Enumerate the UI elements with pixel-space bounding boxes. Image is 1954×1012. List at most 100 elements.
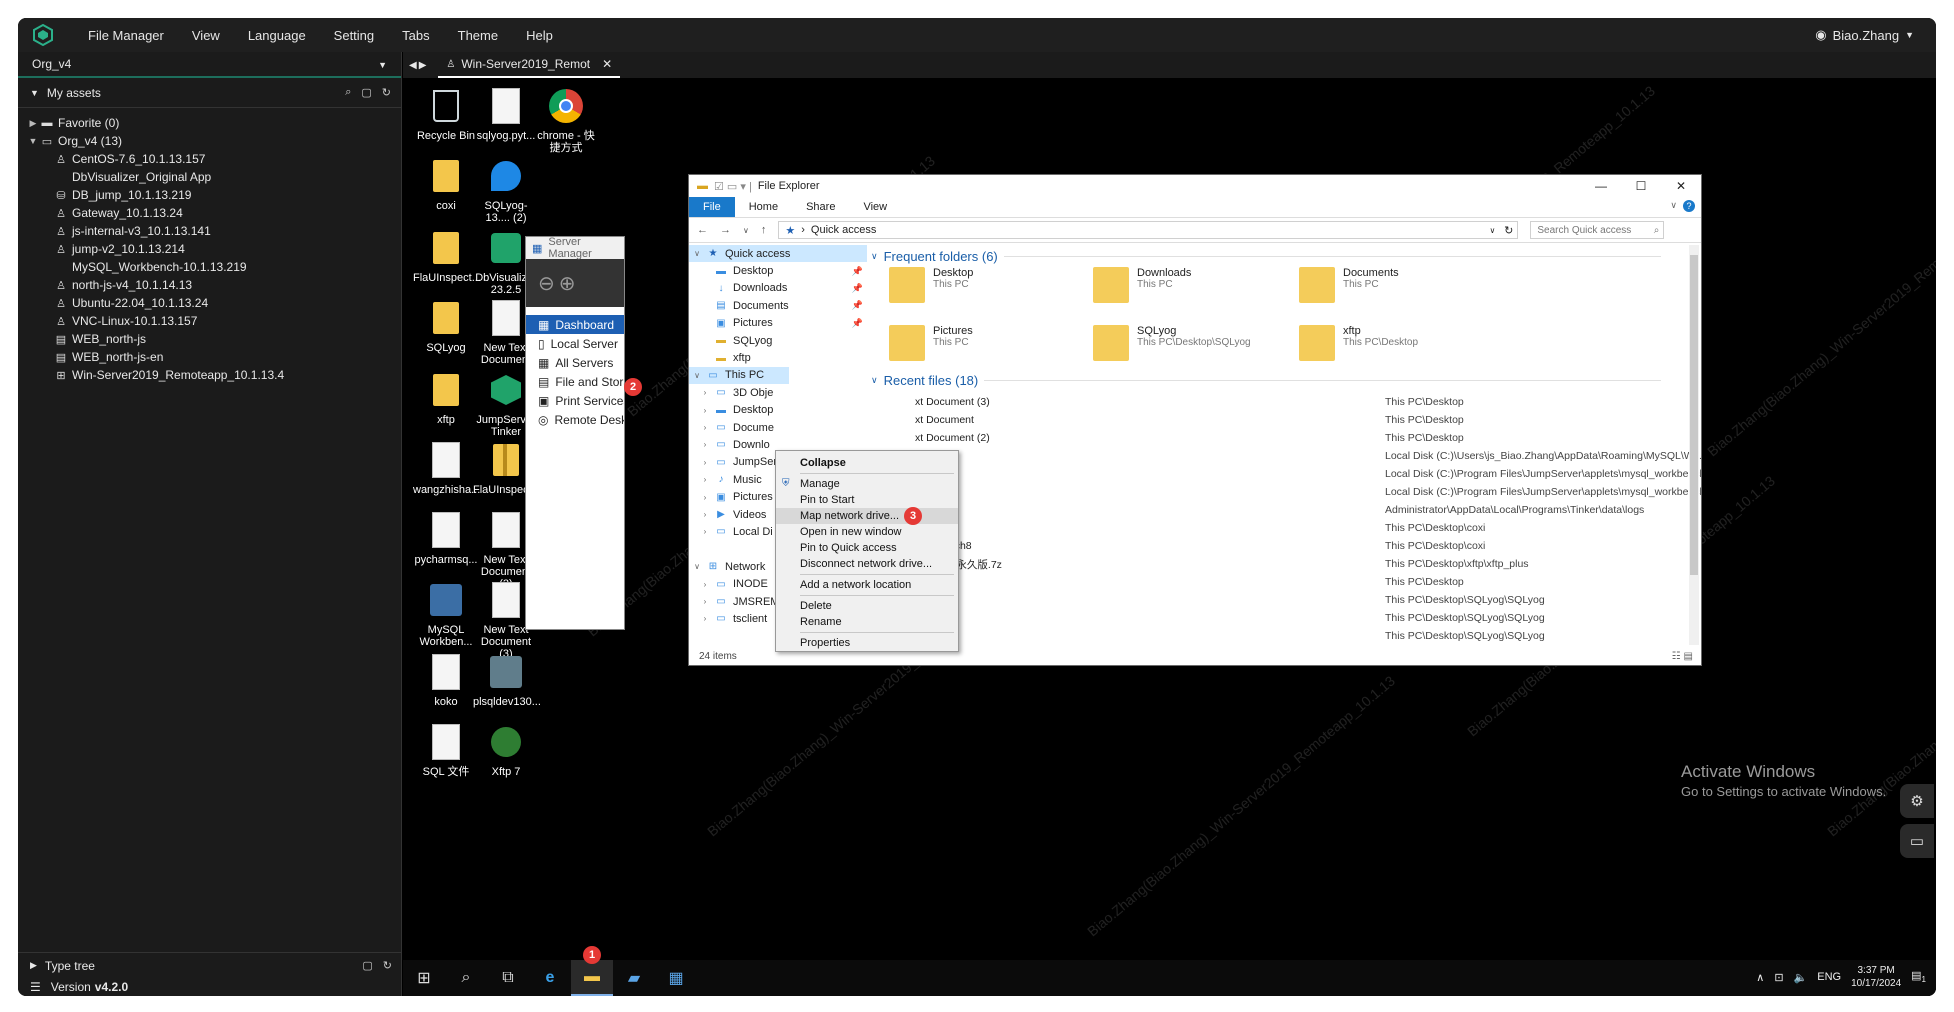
nav-item-docume[interactable]: › ▭ Docume <box>689 419 867 436</box>
forward-icon[interactable]: → <box>720 224 731 236</box>
desktop-icon-sql[interactable]: SQL 文件 <box>413 722 479 778</box>
recent-file-row[interactable]: workbench8This PC\Desktop\coxi <box>871 537 1671 555</box>
expand-arrow-icon[interactable]: › <box>697 475 713 484</box>
menu-language[interactable]: Language <box>248 28 306 43</box>
chevron-up-icon[interactable]: ∧ <box>1756 971 1764 984</box>
menu-help[interactable]: Help <box>526 28 553 43</box>
recent-file-row[interactable]: alizerThis PC\Desktop\coxi <box>871 519 1671 537</box>
org-selector[interactable]: Org_v4 ▼ <box>18 52 401 78</box>
network-icon[interactable]: ⊡ <box>1774 971 1783 984</box>
desktop-icon-sqlyog[interactable]: SQLyog <box>413 298 479 354</box>
sm-menu-file-and-storag[interactable]: ▤ File and Storag <box>526 372 624 391</box>
desktop-icon-recycle-bin[interactable]: Recycle Bin <box>413 86 479 142</box>
chat-icon[interactable]: ▭ <box>1900 824 1934 858</box>
refresh-icon[interactable]: ↻ <box>383 959 392 972</box>
frequent-folders-header[interactable]: ∨ Frequent folders (6) <box>871 247 1671 265</box>
quick-access-toolbar-icon[interactable]: ☑ ▭ ▾ | <box>714 180 752 193</box>
frequent-folder-downloads[interactable]: Downloads This PC <box>1093 267 1191 303</box>
recent-file-row[interactable]: xt Document (3) This PC\Desktop <box>871 393 1671 411</box>
forward-icon[interactable]: ⊕ <box>559 271 576 296</box>
server-manager-window[interactable]: ▦ Server Manager ⊖ ⊕ ▦ Dashboard ▯ Local Se… <box>525 236 625 630</box>
recent-file-row[interactable]: ▤mainThis PC\Desktop\SQLyog\SQLyog <box>871 591 1671 609</box>
menu-theme[interactable]: Theme <box>458 28 498 43</box>
frequent-folder-sqlyog[interactable]: SQLyog This PC\Desktop\SQLyog <box>1093 325 1251 361</box>
ctx-item-delete[interactable]: Delete <box>776 598 958 614</box>
recent-file-row[interactable]: xt Document This PC\Desktop <box>871 411 1671 429</box>
ribbon-tab-share[interactable]: Share <box>792 197 849 217</box>
expand-arrow-icon[interactable]: › <box>697 458 713 467</box>
tree-node-vnc-linux-10-1-13-157[interactable]: ♙ VNC-Linux-10.1.13.157 <box>18 312 401 330</box>
tree-node-web-north-js-en[interactable]: ▤ WEB_north-js-en <box>18 348 401 366</box>
desktop-icon-sqlyog-pyt[interactable]: sqlyog.pyt... <box>473 86 539 142</box>
recent-file-row[interactable]: Plus破解永久版.7zThis PC\Desktop\xftp\xftp_pl… <box>871 555 1671 573</box>
sm-menu-print-services[interactable]: ▣ Print Services <box>526 391 624 410</box>
ctx-item-pin-to-start[interactable]: Pin to Start <box>776 492 958 508</box>
frequent-folder-desktop[interactable]: Desktop This PC <box>889 267 973 303</box>
explorer-titlebar[interactable]: ▬ ☑ ▭ ▾ | File Explorer — ☐ ✕ <box>689 175 1701 197</box>
tree-node-db-jump-10-1-13-219[interactable]: ⛁ DB_jump_10.1.13.219 <box>18 186 401 204</box>
tree-node-favorite-0[interactable]: ▶ ▬ Favorite (0) <box>18 114 401 132</box>
close-icon[interactable]: ✕ <box>602 57 612 71</box>
back-icon[interactable]: ← <box>697 224 708 236</box>
tab-nav-arrows-icon[interactable]: ◀▶ <box>409 60 428 71</box>
maximize-icon[interactable]: ☐ <box>1621 175 1661 197</box>
tree-node-mysql-workbench-10-1-13-219[interactable]: MySQL_Workbench-10.1.13.219 <box>18 258 401 276</box>
desktop-icon-pycharmsq[interactable]: pycharmsq... <box>413 510 479 566</box>
search-box[interactable]: Search Quick access ⌕ <box>1530 221 1665 239</box>
expand-arrow-icon[interactable]: ∨ <box>689 562 705 571</box>
expand-arrow-icon[interactable]: › <box>697 493 713 502</box>
sm-menu-all-servers[interactable]: ▦ All Servers <box>526 353 624 372</box>
nav-item-xftp[interactable]: ▬ xftp <box>689 349 867 366</box>
collapse-icon[interactable]: ▢ <box>362 959 372 972</box>
user-menu[interactable]: ◉ Biao.Zhang ▼ <box>1815 27 1914 43</box>
expand-arrow-icon[interactable]: ∨ <box>689 371 705 380</box>
help-icon[interactable]: ? <box>1683 200 1695 212</box>
ctx-item-add-a-network-location[interactable]: Add a network location <box>776 577 958 593</box>
server-manager-taskbar-icon[interactable]: ▦ <box>655 960 697 996</box>
assets-header[interactable]: ▼ My assets ⌕ ▢ ↻ <box>18 78 401 108</box>
expand-arrow-icon[interactable]: › <box>697 406 713 415</box>
nav-item-documents[interactable]: ▤ Documents 📌 <box>689 297 867 314</box>
frequent-folder-documents[interactable]: Documents This PC <box>1299 267 1399 303</box>
search-icon[interactable]: ⌕ <box>345 86 351 99</box>
sm-menu-dashboard[interactable]: ▦ Dashboard <box>526 315 624 334</box>
expand-arrow-icon[interactable]: › <box>697 614 713 623</box>
expand-arrow-icon[interactable]: › <box>697 510 713 519</box>
tree-node-js-internal-v3-10-1-13-141[interactable]: ♙ js-internal-v3_10.1.13.141 <box>18 222 401 240</box>
file-explorer-taskbar-icon[interactable]: ▬ 1 <box>571 946 613 996</box>
ribbon-tab-file[interactable]: File <box>689 197 735 217</box>
nav-item-sqlyog[interactable]: ▬ SQLyog <box>689 332 867 349</box>
tree-node-jump-v2-10-1-13-214[interactable]: ♙ jump-v2_10.1.13.214 <box>18 240 401 258</box>
recent-file-row[interactable]: Administrator\AppData\Local\Programs\Tin… <box>871 501 1671 519</box>
desktop-icon-plsqldev130[interactable]: plsqldev130... <box>473 652 541 708</box>
menu-view[interactable]: View <box>192 28 220 43</box>
menu-setting[interactable]: Setting <box>334 28 374 43</box>
menu-file-manager[interactable]: File Manager <box>88 28 164 43</box>
ctx-item-disconnect-network-drive[interactable]: Disconnect network drive... <box>776 556 958 572</box>
input-language[interactable]: ENG <box>1817 971 1841 983</box>
chevron-down-icon[interactable]: ∨ <box>1670 200 1677 211</box>
expand-arrow-icon[interactable]: › <box>697 580 713 589</box>
tab-win-server[interactable]: ♙ Win-Server2019_Remot ✕ <box>438 52 621 78</box>
desktop-icon-xftp[interactable]: xftp <box>413 370 479 426</box>
type-tree-header[interactable]: ▶ Type tree ▢ ↻ <box>18 952 402 978</box>
desktop-icon-coxi[interactable]: coxi <box>413 156 479 212</box>
recent-locations-icon[interactable]: ∨ <box>743 226 749 235</box>
ribbon-tab-home[interactable]: Home <box>735 197 792 217</box>
notification-icon[interactable]: ▤1 <box>1911 969 1926 984</box>
expand-arrow-icon[interactable]: ∨ <box>689 249 705 258</box>
remote-app-icon[interactable]: ▰ <box>613 960 655 996</box>
desktop-icon-flauinspect[interactable]: FlaUInspect... <box>413 228 481 284</box>
recent-file-row[interactable]: ▤appThis PC\Desktop\SQLyog\SQLyog <box>871 609 1671 627</box>
desktop-icon-chrome[interactable]: chrome - 快捷方式 <box>533 86 599 154</box>
nav-item-pictures[interactable]: ▣ Pictures 📌 <box>689 315 867 332</box>
back-icon[interactable]: ⊖ <box>538 271 555 296</box>
ribbon-tab-view[interactable]: View <box>849 197 901 217</box>
sm-menu-remote-deskto[interactable]: ◎ Remote Deskto <box>526 410 624 429</box>
recent-file-row[interactable]: Local Disk (C:)\Program Files\JumpServer… <box>871 483 1701 501</box>
server-manager-titlebar[interactable]: ▦ Server Manager <box>526 237 624 260</box>
ctx-item-manage[interactable]: ⛨ Manage <box>776 476 958 492</box>
expand-arrow-icon[interactable]: ▼ <box>26 136 40 146</box>
remote-desktop[interactable]: Biao.Zhang(Biao.Zhang)_Win-Server2019_Re… <box>403 78 1936 996</box>
tree-node-centos-7-6-10-1-13-157[interactable]: ♙ CentOS-7.6_10.1.13.157 <box>18 150 401 168</box>
